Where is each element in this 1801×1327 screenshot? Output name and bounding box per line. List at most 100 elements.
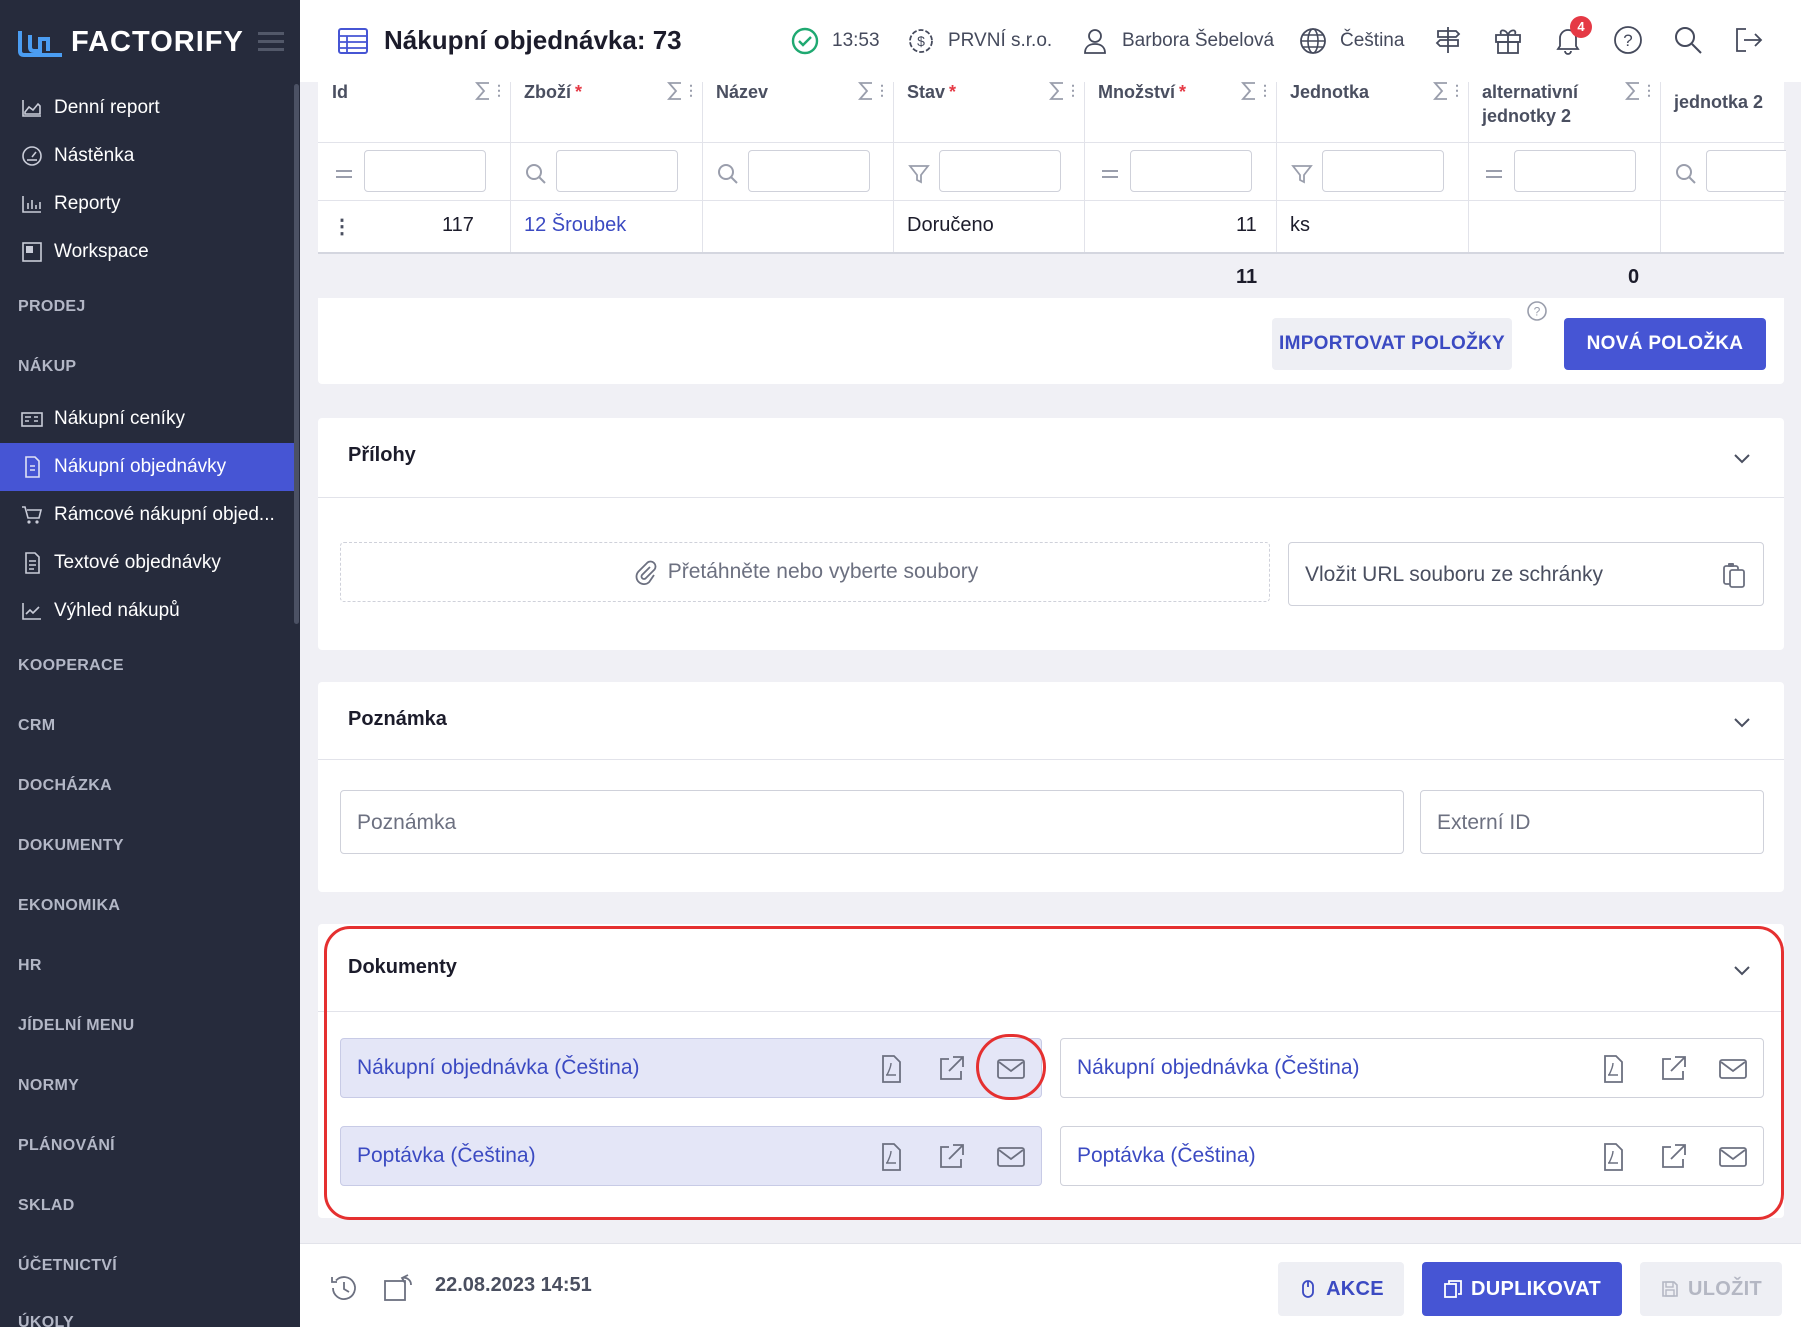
cell-product-link[interactable]: 12 Šroubek [524, 214, 626, 237]
sidebar-section-planovani[interactable]: PLÁNOVÁNÍ [18, 1137, 115, 1155]
filter-input-id[interactable] [364, 150, 486, 192]
column-header-zbozi[interactable]: Zboží * ⋮ [510, 82, 702, 142]
sidebar-item-nakupni-objednavky[interactable]: Nákupní objednávky [0, 443, 294, 491]
chevron-down-icon[interactable] [1730, 446, 1754, 470]
menu-toggle-icon[interactable] [258, 30, 284, 52]
filter-input-jednotka[interactable] [1322, 150, 1444, 192]
email-icon[interactable] [995, 1053, 1027, 1085]
document-item-inquiry[interactable]: Poptávka (Čeština) [1060, 1126, 1764, 1186]
column-header-id[interactable]: Id ⋮ [318, 82, 510, 142]
search-icon[interactable] [1674, 162, 1698, 186]
sum-icon[interactable] [666, 80, 684, 102]
pdf-file-icon[interactable] [875, 1141, 907, 1173]
column-menu-icon[interactable]: ⋮ [1642, 82, 1656, 99]
sidebar-section-kooperace[interactable]: KOOPERACE [18, 657, 124, 675]
column-menu-icon[interactable]: ⋮ [1450, 82, 1464, 99]
column-menu-icon[interactable]: ⋮ [875, 82, 889, 99]
sidebar-item-nastenka[interactable]: Nástěnka [0, 132, 294, 180]
sum-icon[interactable] [1048, 80, 1066, 102]
user-menu[interactable]: Barbora Šebelová [1080, 26, 1274, 56]
document-item-purchase-order-highlighted[interactable]: Nákupní objednávka (Čeština) [340, 1038, 1042, 1098]
column-header-mnozstvi[interactable]: Množství * ⋮ [1084, 82, 1276, 142]
sidebar-section-prodej[interactable]: PRODEJ [18, 298, 86, 316]
sidebar-section-jidelni-menu[interactable]: JÍDELNÍ MENU [18, 1017, 135, 1035]
signpost-icon[interactable] [1432, 24, 1464, 56]
column-header-jednotka-2[interactable]: jednotka 2 [1660, 82, 1784, 142]
equals-filter-icon[interactable] [1098, 162, 1122, 186]
sidebar-section-crm[interactable]: CRM [18, 717, 55, 735]
sidebar-item-reporty[interactable]: Reporty [0, 180, 294, 228]
language-selector[interactable]: Čeština [1298, 26, 1404, 56]
column-header-nazev[interactable]: Název ⋮ [702, 82, 893, 142]
sidebar-item-workspace[interactable]: Workspace [0, 228, 294, 276]
sidebar-item-vyhled-nakupu[interactable]: Výhled nákupů [0, 587, 294, 635]
email-icon[interactable] [1717, 1141, 1749, 1173]
pdf-file-icon[interactable] [875, 1053, 907, 1085]
open-external-icon[interactable] [1657, 1141, 1689, 1173]
note-input[interactable]: Poznámka [340, 790, 1404, 854]
search-icon[interactable] [524, 162, 548, 186]
column-header-alternativni-jednotky-2[interactable]: alternativní jednotky 2 ⋮ [1468, 82, 1660, 142]
file-url-input[interactable]: Vložit URL souboru ze schránky [1288, 542, 1764, 606]
sidebar-section-ucetnictvi[interactable]: ÚČETNICTVÍ [18, 1257, 117, 1275]
help-icon[interactable]: ? [1526, 300, 1548, 322]
save-button[interactable]: ULOŽIT [1640, 1262, 1782, 1316]
note-header[interactable]: Poznámka [318, 682, 1784, 760]
duplicate-button[interactable]: DUPLIKOVAT [1422, 1262, 1622, 1316]
attachments-header[interactable]: Přílohy [318, 418, 1784, 498]
history-icon[interactable] [328, 1272, 360, 1304]
paste-clipboard-icon[interactable] [1721, 561, 1747, 589]
filter-input-mnozstvi[interactable] [1130, 150, 1252, 192]
search-icon[interactable] [1672, 24, 1704, 56]
funnel-filter-icon[interactable] [1290, 162, 1314, 186]
row-menu-icon[interactable]: ⋮ [332, 214, 352, 239]
equals-filter-icon[interactable] [332, 162, 356, 186]
sidebar-section-ekonomika[interactable]: EKONOMIKA [18, 897, 120, 915]
sum-icon[interactable] [1240, 80, 1258, 102]
gift-icon[interactable] [1492, 24, 1524, 56]
column-menu-icon[interactable]: ⋮ [1066, 82, 1080, 99]
email-icon[interactable] [1717, 1053, 1749, 1085]
filter-input-zbozi[interactable] [556, 150, 678, 192]
sidebar-section-ukoly[interactable]: ÚKOLY [18, 1314, 74, 1327]
revision-icon[interactable] [382, 1272, 414, 1304]
filter-input-stav[interactable] [939, 150, 1061, 192]
column-menu-icon[interactable]: ⋮ [492, 82, 506, 99]
chevron-down-icon[interactable] [1730, 958, 1754, 982]
column-header-jednotka[interactable]: Jednotka ⋮ [1276, 82, 1468, 142]
column-header-stav[interactable]: Stav * ⋮ [893, 82, 1084, 142]
document-item-purchase-order[interactable]: Nákupní objednávka (Čeština) [1060, 1038, 1764, 1098]
search-icon[interactable] [716, 162, 740, 186]
sidebar-item-nakupni-ceniky[interactable]: Nákupní ceníky [0, 395, 294, 443]
sidebar-item-ramcove-nakupni-objednavky[interactable]: Rámcové nákupní objed... [0, 491, 294, 539]
brand-logo[interactable]: FACTORIFY [0, 0, 300, 84]
open-external-icon[interactable] [935, 1141, 967, 1173]
new-item-button[interactable]: NOVÁ POLOŽKA [1564, 318, 1766, 370]
import-items-button[interactable]: IMPORTOVAT POLOŽKY [1272, 318, 1512, 370]
sidebar-section-sklad[interactable]: SKLAD [18, 1197, 75, 1215]
open-external-icon[interactable] [1657, 1053, 1689, 1085]
help-icon[interactable]: ? [1612, 24, 1644, 56]
sum-icon[interactable] [1432, 80, 1450, 102]
equals-filter-icon[interactable] [1482, 162, 1506, 186]
column-menu-icon[interactable]: ⋮ [684, 82, 698, 99]
logout-icon[interactable] [1732, 24, 1764, 56]
document-item-inquiry-highlighted[interactable]: Poptávka (Čeština) [340, 1126, 1042, 1186]
sidebar-section-normy[interactable]: NORMY [18, 1077, 79, 1095]
filter-input-nazev[interactable] [748, 150, 870, 192]
file-drop-zone[interactable]: Přetáhněte nebo vyberte soubory [340, 542, 1270, 602]
filter-input-jednotka-2[interactable] [1706, 150, 1786, 192]
open-external-icon[interactable] [935, 1053, 967, 1085]
sidebar-item-denni-report[interactable]: Denní report [0, 84, 294, 132]
funnel-filter-icon[interactable] [907, 162, 931, 186]
sum-icon[interactable] [474, 80, 492, 102]
column-menu-icon[interactable]: ⋮ [1258, 82, 1272, 99]
external-id-input[interactable]: Externí ID [1420, 790, 1764, 854]
email-icon[interactable] [995, 1141, 1027, 1173]
sidebar-section-nakup[interactable]: NÁKUP [18, 358, 76, 376]
sidebar-section-dokumenty[interactable]: DOKUMENTY [18, 837, 124, 855]
sidebar-section-dochazka[interactable]: DOCHÁZKA [18, 777, 112, 795]
sidebar-scrollbar[interactable] [294, 84, 299, 624]
sidebar-section-hr[interactable]: HR [18, 957, 42, 975]
company-selector[interactable]: $ PRVNÍ s.r.o. [906, 26, 1052, 56]
